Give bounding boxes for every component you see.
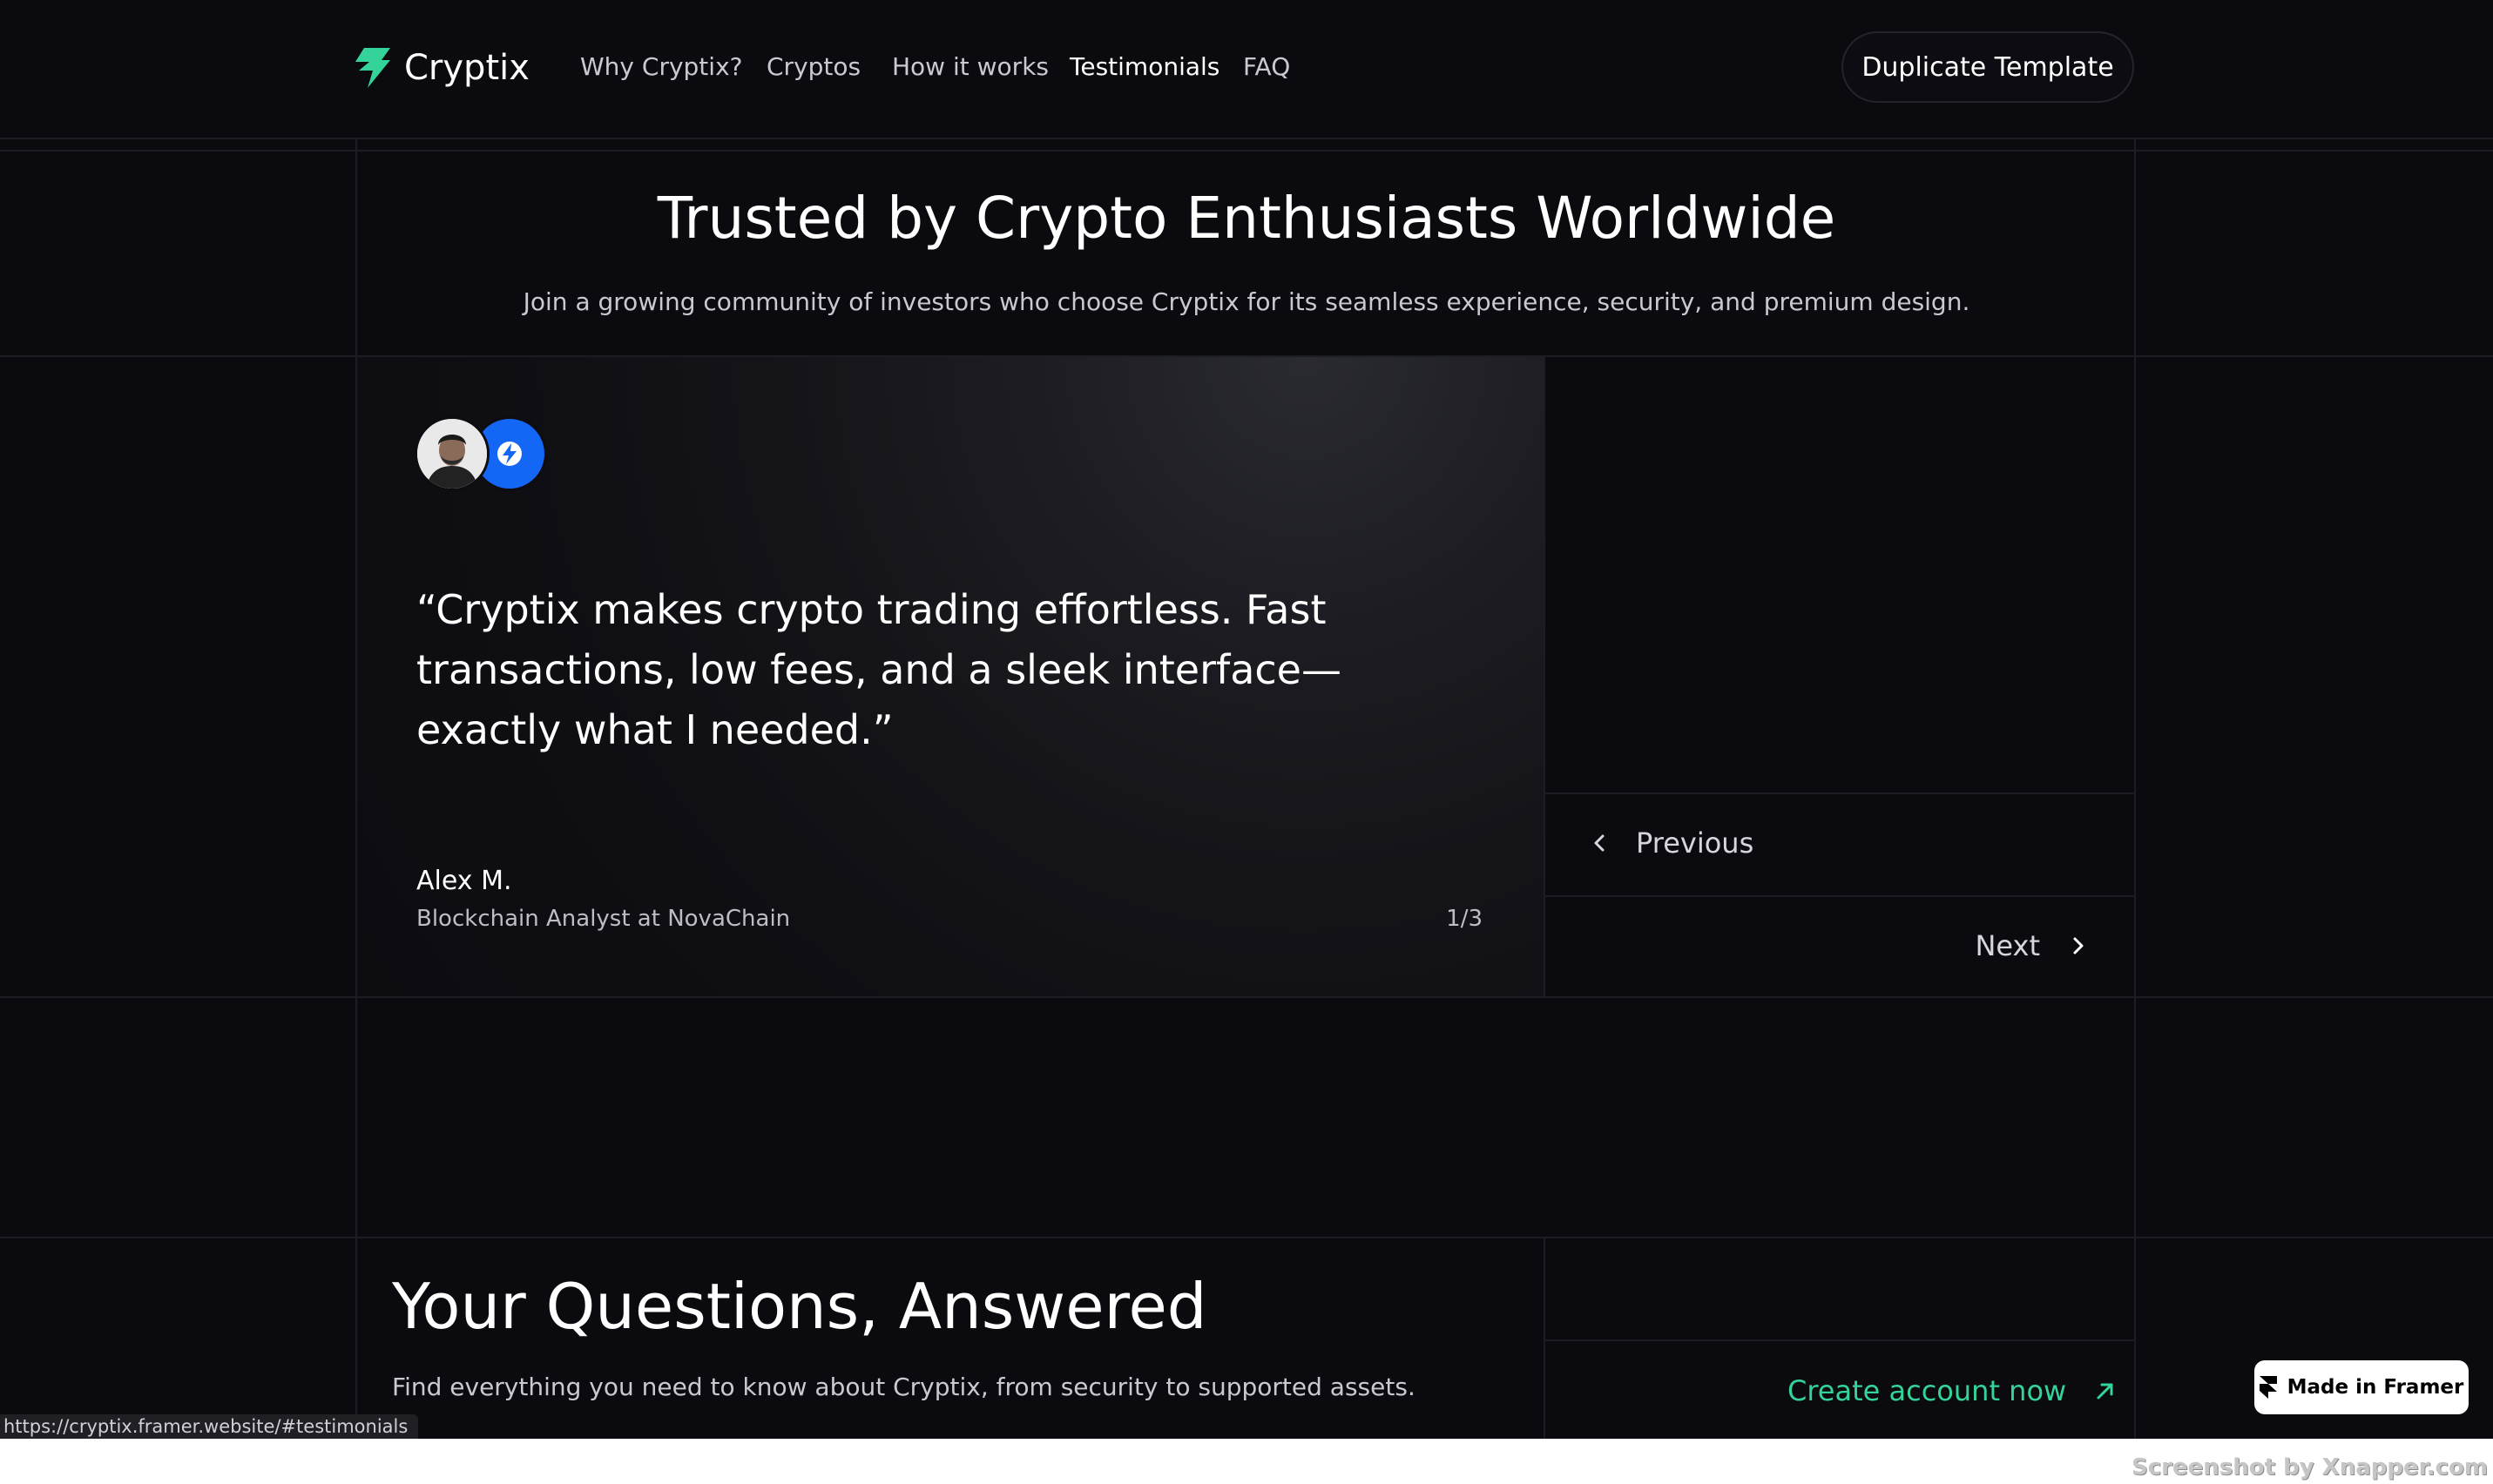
next-button[interactable]: Next [1545,897,2134,995]
testimonial-quote: “Cryptix makes crypto trading effortless… [416,586,1341,753]
bolt-circle-icon [497,442,522,466]
testimonial-author: Alex M. [416,866,512,896]
section-title: Trusted by Crypto Enthusiasts Worldwide [657,185,1836,252]
testimonial-counter: 1/3 [1446,906,1483,932]
navbar: Cryptix Why Cryptix? Cryptos How it work… [0,0,2493,138]
brand-name: Cryptix [404,48,530,88]
duplicate-template-button[interactable]: Duplicate Template [1841,31,2134,103]
nav-link-cryptos[interactable]: Cryptos [767,52,861,81]
nav-link-faq[interactable]: FAQ [1243,52,1290,81]
made-in-framer-badge[interactable]: Made in Framer [2254,1360,2469,1414]
divider [0,1237,2493,1238]
avatar [415,416,490,491]
nav-link-why-cryptix[interactable]: Why Cryptix? [580,52,743,81]
badge-label: Made in Framer [2287,1376,2464,1399]
create-account-link[interactable]: Create account now [1787,1374,2118,1407]
faq-title: Your Questions, Answered [392,1270,1207,1343]
previous-label: Previous [1636,826,1754,860]
divider [1545,1339,2136,1341]
footer-band [0,1439,2493,1484]
framer-logo-icon [2259,1376,2277,1399]
faq-subtitle: Find everything you need to know about C… [392,1373,1415,1401]
arrow-up-right-icon [2097,1383,2113,1400]
divider [0,996,2493,998]
chevron-right-icon [2073,937,2084,954]
create-account-label: Create account now [1787,1374,2067,1407]
person-photo-icon [417,419,487,489]
divider [0,150,2493,152]
nav-link-how-it-works[interactable]: How it works [892,52,1049,81]
previous-button[interactable]: Previous [1545,794,2134,892]
next-label: Next [1975,929,2040,962]
watermark: Screenshot by Xnapper.com [2132,1454,2488,1481]
bolt-logo-icon [355,48,390,88]
divider [2134,139,2136,1439]
page: Cryptix Why Cryptix? Cryptos How it work… [0,0,2493,1439]
divider [1544,1237,1545,1439]
status-bar-url: https://cryptix.framer.website/#testimon… [0,1414,419,1439]
testimonial-card: “Cryptix makes crypto trading effortless… [357,357,1544,996]
chevron-left-icon [1594,834,1605,852]
section-subtitle: Join a growing community of investors wh… [523,287,1970,316]
testimonial-role: Blockchain Analyst at NovaChain [416,906,791,932]
brand-logo[interactable]: Cryptix [355,44,530,92]
nav-link-testimonials[interactable]: Testimonials [1070,52,1219,81]
divider [0,138,2493,139]
